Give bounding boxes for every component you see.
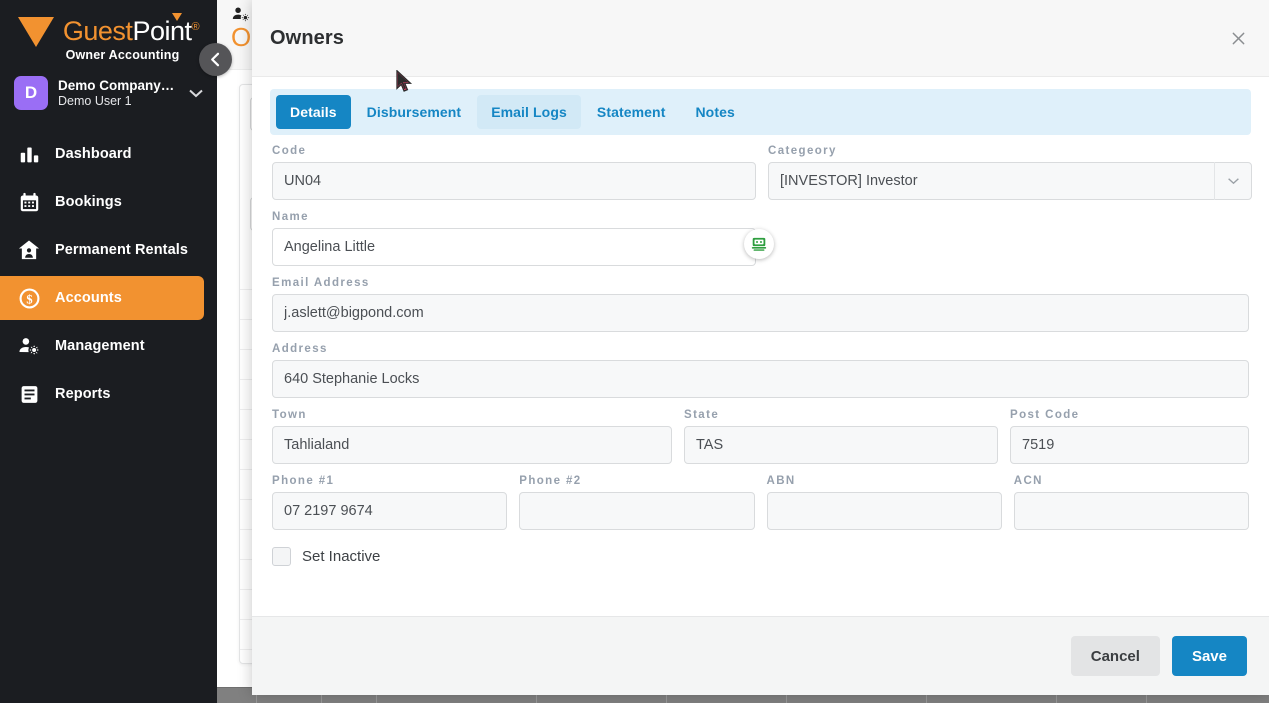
tab-details[interactable]: Details (276, 95, 351, 129)
modal-body: Details Disbursement Email Logs Statemen… (252, 77, 1269, 616)
brand-tick-icon (172, 13, 183, 21)
document-list-icon (17, 382, 41, 406)
field-label-acn: ACN (1013, 475, 1043, 487)
field-label-name: Name (272, 211, 309, 223)
category-select[interactable] (768, 162, 1252, 200)
modal-footer: Cancel Save (252, 616, 1269, 695)
phone-1-input[interactable] (272, 492, 508, 530)
sidebar-item-label: Reports (55, 386, 111, 402)
field-category: Categeory (768, 145, 1252, 200)
company-user: Demo User 1 (58, 93, 132, 108)
sidebar-item-label: Dashboard (55, 146, 132, 162)
address-input[interactable] (272, 360, 1249, 398)
field-acn: ACN (1013, 475, 1249, 530)
set-inactive-checkbox[interactable] (272, 547, 291, 566)
svg-text:$: $ (26, 292, 32, 306)
state-input[interactable] (684, 426, 998, 464)
phone-2-input[interactable] (519, 492, 755, 530)
acn-input[interactable] (1013, 492, 1249, 530)
sidebar-item-label: Permanent Rentals (55, 242, 189, 258)
people-gear-icon (17, 334, 41, 358)
modal-header: Owners (252, 0, 1269, 77)
code-input[interactable] (272, 162, 756, 200)
tab-statement[interactable]: Statement (583, 95, 680, 129)
bar-chart-icon (17, 142, 41, 166)
sidebar-item-permanent-rentals[interactable]: Permanent Rentals (0, 228, 204, 272)
brand-subtitle: Owner Accounting (65, 48, 180, 62)
field-label-phone-2: Phone #2 (519, 475, 582, 487)
field-address: Address (272, 343, 1249, 398)
calendar-icon (17, 190, 41, 214)
dollar-circle-icon: $ (17, 286, 41, 310)
guestpoint-triangle-icon (17, 16, 54, 47)
brand-guest-text: Guest (62, 16, 133, 46)
sidebar-item-reports[interactable]: Reports (0, 372, 204, 416)
field-town: Town (272, 409, 672, 464)
brand-logo: GuestPoint® Owner Accounting (0, 0, 217, 62)
sidebar-item-label: Accounts (55, 290, 122, 306)
name-input[interactable] (272, 228, 756, 266)
sidebar-item-label: Bookings (55, 194, 122, 210)
close-icon[interactable] (1223, 23, 1253, 53)
sidebar-item-dashboard[interactable]: Dashboard (0, 132, 204, 176)
field-label-address: Address (272, 343, 328, 355)
field-code: Code (272, 145, 756, 200)
tab-email-logs[interactable]: Email Logs (477, 95, 581, 129)
sidebar-item-management[interactable]: Management (0, 324, 204, 368)
house-person-icon (17, 238, 41, 262)
brand-wordmark: GuestPoint® (62, 13, 200, 47)
field-label-town: Town (272, 409, 307, 421)
background-page-title: O (231, 22, 252, 52)
field-label-phone-1: Phone #1 (272, 475, 335, 487)
field-state: State (684, 409, 998, 464)
brand-registered-mark: ® (191, 21, 200, 33)
field-label-code: Code (272, 145, 307, 157)
chevron-down-icon[interactable] (189, 86, 207, 101)
sidebar-item-bookings[interactable]: Bookings (0, 180, 204, 224)
field-label-state: State (684, 409, 720, 421)
app-root: O GuestPoint® Owner Accounting D Demo Co… (0, 0, 1269, 703)
post-code-input[interactable] (1010, 426, 1249, 464)
field-phone-1: Phone #1 (272, 475, 508, 530)
owner-details-form: Code Categeory (270, 135, 1252, 566)
set-inactive-label: Set Inactive (302, 548, 381, 565)
sidebar-item-label: Management (55, 338, 145, 354)
field-label-abn: ABN (766, 475, 796, 487)
page-title: Owners (270, 26, 344, 49)
cancel-button[interactable]: Cancel (1070, 636, 1160, 676)
field-abn: ABN (766, 475, 1002, 530)
field-name: Name (272, 211, 756, 266)
field-label-email: Email Address (272, 277, 370, 289)
field-email-address: Email Address (272, 277, 1249, 332)
tab-disbursement[interactable]: Disbursement (353, 95, 476, 129)
modal-tabs: Details Disbursement Email Logs Statemen… (270, 89, 1251, 135)
company-name: Demo Company… (58, 77, 175, 93)
sidebar-nav: Dashboard Bookings Permanent Rentals $ A… (0, 132, 217, 416)
tab-notes[interactable]: Notes (681, 95, 748, 129)
field-phone-2: Phone #2 (519, 475, 755, 530)
field-label-category: Categeory (768, 145, 837, 157)
owners-modal: Owners Details Disbursement Email Logs S… (252, 0, 1269, 695)
company-switcher[interactable]: D Demo Company… Demo User 1 (14, 76, 207, 110)
set-inactive-row: Set Inactive (272, 547, 1249, 566)
sidebar: GuestPoint® Owner Accounting D Demo Comp… (0, 0, 217, 703)
save-button[interactable]: Save (1171, 636, 1247, 676)
abn-input[interactable] (766, 492, 1002, 530)
field-name-spacer (768, 211, 1252, 277)
email-field[interactable] (272, 294, 1249, 332)
town-input[interactable] (272, 426, 672, 464)
brand-point-text: Point (132, 16, 192, 46)
sidebar-item-accounts[interactable]: $ Accounts (0, 276, 204, 320)
green-robot-autofill-icon[interactable] (744, 229, 774, 259)
field-post-code: Post Code (1010, 409, 1249, 464)
field-label-post-code: Post Code (1010, 409, 1080, 421)
sidebar-collapse-button[interactable] (199, 43, 232, 76)
avatar: D (14, 76, 48, 110)
